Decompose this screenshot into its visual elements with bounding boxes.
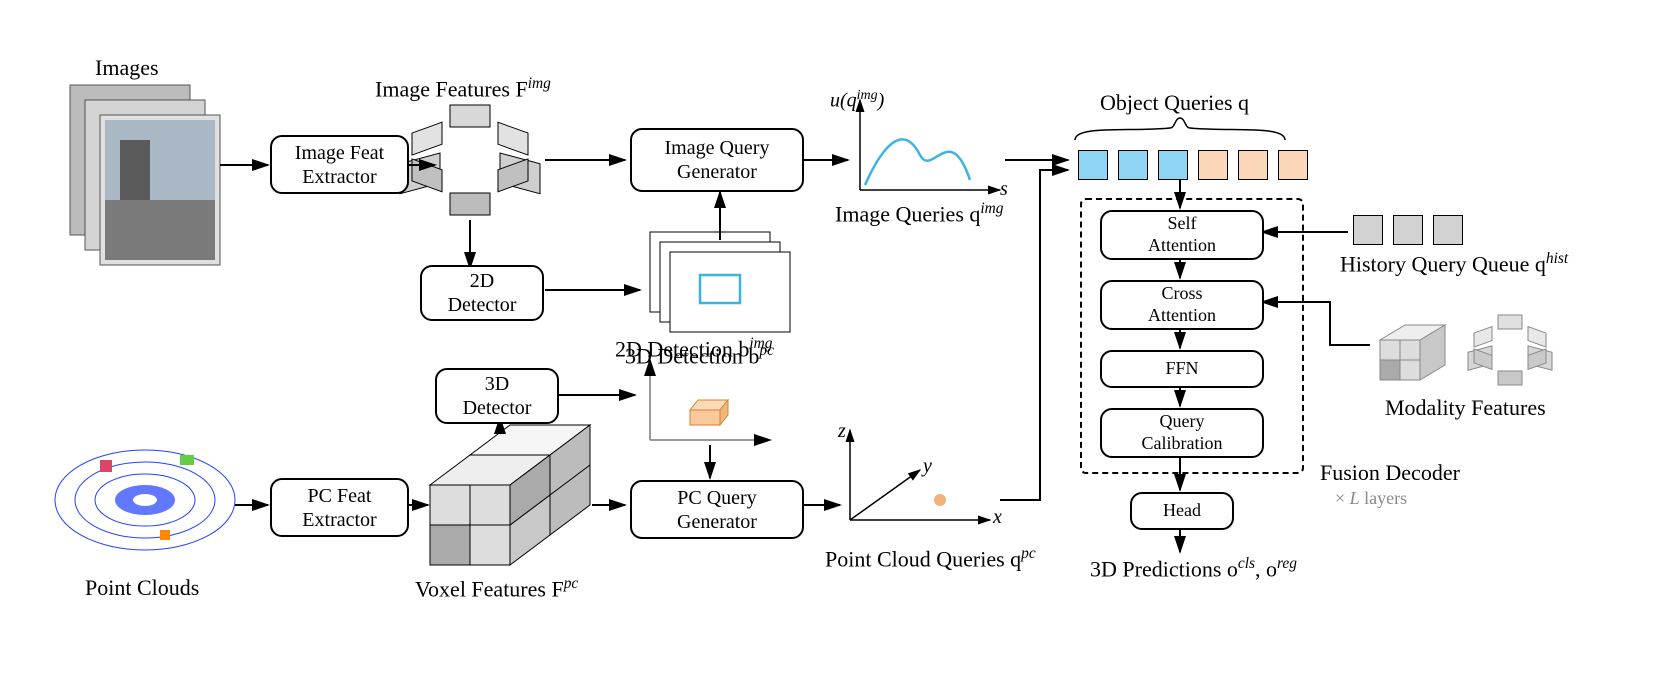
pc-feat-extractor: PC Feat Extractor [270,478,409,537]
img-queries-curve [860,100,1000,190]
object-queries-row [1075,150,1311,185]
3d-detector: 3D Detector [435,368,559,424]
imgq-label: Image Queries qimg [835,200,1003,227]
history-queue-row [1350,215,1466,250]
3ddet-label: 3D Detection bpc [625,342,774,369]
query-sq [1198,150,1228,180]
3d-detection-thumb [650,360,770,440]
objq-label: Object Queries q [1100,90,1249,116]
modfeat-label: Modality Features [1385,395,1546,421]
histq-label: History Query Queue qhist [1340,250,1568,277]
query-sq [1433,215,1463,245]
query-sq [1078,150,1108,180]
s-label: s [1000,178,1008,201]
images-label: Images [95,55,159,81]
2d-detector: 2D Detector [420,265,544,321]
modality-ring [1468,315,1552,385]
pred-label: 3D Predictions ocls, oreg [1090,555,1297,582]
x-label: x [993,506,1002,529]
self-attention: Self Attention [1100,210,1264,260]
query-sq [1353,215,1383,245]
query-sq [1278,150,1308,180]
pcq-label: Point Cloud Queries qpc [825,545,1036,572]
z-label: z [838,420,846,443]
pointclouds-label: Point Clouds [85,575,199,601]
query-sq [1238,150,1268,180]
pointcloud-thumb [55,450,235,550]
y-label: y [923,455,932,478]
img-query-gen: Image Query Generator [630,128,804,192]
pc-queries-axes [850,430,990,520]
images-thumb [70,85,220,265]
pc-query-gen: PC Query Generator [630,480,804,539]
query-calibration: Query Calibration [1100,408,1264,458]
query-sq [1158,150,1188,180]
modality-voxel [1380,325,1445,380]
query-sq [1393,215,1423,245]
voxel-cube [430,425,590,565]
query-sq [1118,150,1148,180]
2d-detection-thumb [650,232,790,332]
imgfeat-label: Image Features Fimg [375,75,551,102]
img-feat-extractor: Image Feat Extractor [270,135,409,194]
cross-attention: Cross Attention [1100,280,1264,330]
ffn: FFN [1100,350,1264,388]
img-features-ring [400,105,540,215]
layers-label: × L layers [1335,488,1407,509]
uq-label: u(qimg) [830,88,884,113]
voxelfeat-label: Voxel Features Fpc [415,575,578,602]
fusiondec-label: Fusion Decoder [1320,460,1460,486]
head: Head [1130,492,1234,530]
